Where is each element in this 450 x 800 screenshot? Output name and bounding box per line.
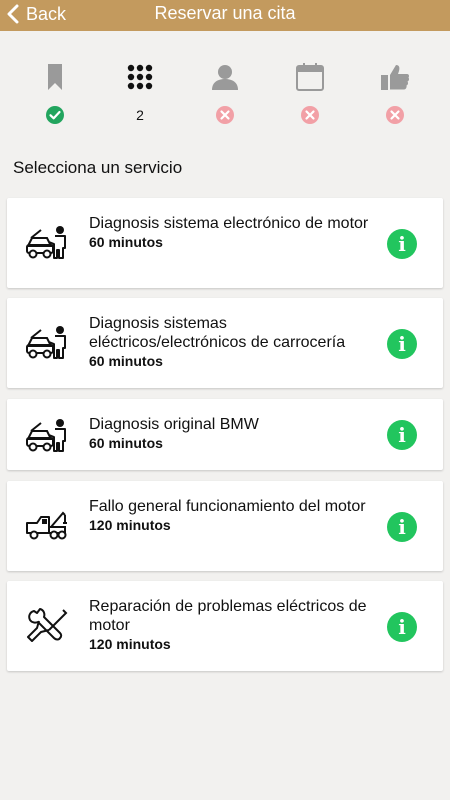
info-icon[interactable]: i xyxy=(387,229,417,259)
mechanic-car-icon xyxy=(26,419,66,452)
calendar-icon xyxy=(296,63,324,91)
section-title: Selecciona un servicio xyxy=(13,158,183,177)
service-name: Diagnosis original BMW xyxy=(89,416,259,433)
mechanic-car-icon xyxy=(26,326,66,359)
service-duration: 60 minutos xyxy=(89,234,163,250)
service-card[interactable]: Diagnosis sistema electrónico de motor 6… xyxy=(7,198,443,288)
info-icon[interactable]: i xyxy=(387,512,417,542)
page-title: Reservar una cita xyxy=(154,3,296,23)
step-service-category[interactable] xyxy=(30,62,80,124)
service-duration: 120 minutos xyxy=(89,517,171,533)
bookmark-icon xyxy=(48,64,62,90)
check-circle-icon xyxy=(46,106,64,124)
service-duration: 60 minutos xyxy=(89,353,163,369)
service-card[interactable]: Reparación de problemas eléctricos de mo… xyxy=(7,581,443,671)
wrench-screwdriver-icon xyxy=(27,608,68,642)
grid-icon xyxy=(127,64,153,90)
step-date[interactable] xyxy=(285,62,335,124)
step-confirm[interactable] xyxy=(370,62,420,124)
x-circle-icon xyxy=(216,106,234,124)
service-name: Fallo general funcionamiento del motor xyxy=(89,498,366,515)
navigation-bar: Back Reservar una cita xyxy=(0,0,450,31)
service-card[interactable]: Diagnosis sistemas eléctricos/electrónic… xyxy=(7,298,443,388)
service-name: Diagnosis sistemas eléctricos/electrónic… xyxy=(89,315,346,351)
x-circle-icon xyxy=(386,106,404,124)
service-card[interactable]: Fallo general funcionamiento del motor 1… xyxy=(7,481,443,571)
service-duration: 60 minutos xyxy=(89,435,163,451)
mechanic-car-icon xyxy=(26,226,66,259)
info-icon[interactable]: i xyxy=(387,612,417,642)
booking-steps: 2 xyxy=(0,62,450,132)
service-card[interactable]: Diagnosis original BMW 60 minutos i xyxy=(7,399,443,470)
service-name: Reparación de problemas eléctricos de mo… xyxy=(89,598,367,634)
service-name: Diagnosis sistema electrónico de motor xyxy=(89,215,369,232)
current-step-number: 2 xyxy=(136,107,144,123)
info-icon[interactable]: i xyxy=(387,329,417,359)
x-circle-icon xyxy=(301,106,319,124)
service-duration: 120 minutos xyxy=(89,636,171,652)
step-professional[interactable] xyxy=(200,62,250,124)
thumbs-up-icon xyxy=(381,65,410,90)
user-icon xyxy=(212,65,238,90)
step-service[interactable]: 2 xyxy=(115,62,165,124)
info-icon[interactable]: i xyxy=(387,420,417,450)
tow-truck-icon xyxy=(26,511,67,540)
